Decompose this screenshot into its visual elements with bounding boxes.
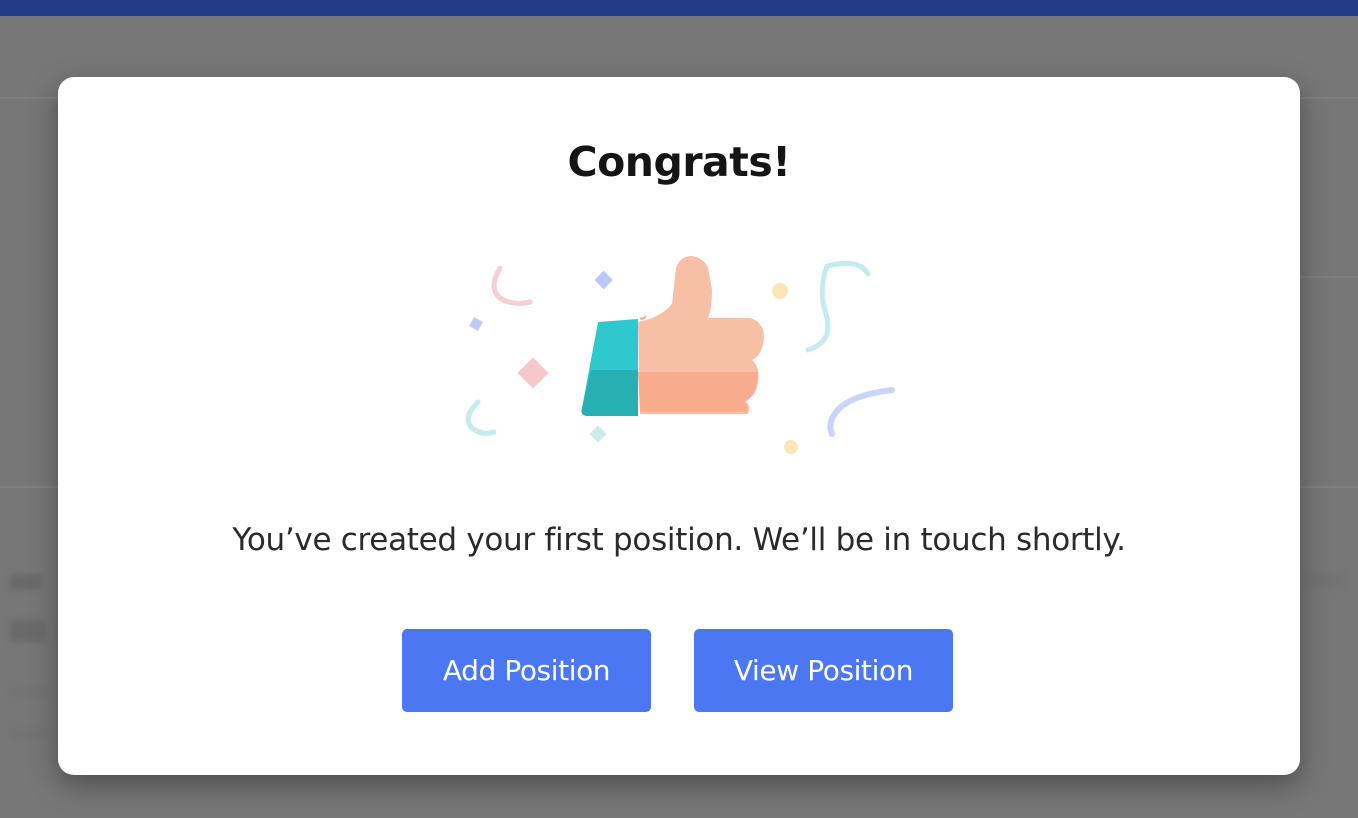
background-text-blur [10, 620, 46, 642]
top-nav-bar [0, 0, 1358, 16]
thumbs-up-sleeve [581, 319, 638, 416]
modal-title: Congrats! [567, 138, 791, 186]
modal-message: You’ve created your first position. We’l… [232, 522, 1126, 558]
add-position-button[interactable]: Add Position [402, 629, 651, 712]
view-position-button[interactable]: View Position [694, 629, 953, 712]
background-text-blur [12, 686, 46, 698]
background-text-blur [12, 728, 46, 740]
background-divider [1300, 276, 1358, 278]
thumbs-up-hand [638, 256, 764, 414]
thumbs-up-confetti-icon [465, 256, 895, 454]
background-text-blur [1306, 574, 1344, 588]
background-text-blur [10, 574, 42, 590]
